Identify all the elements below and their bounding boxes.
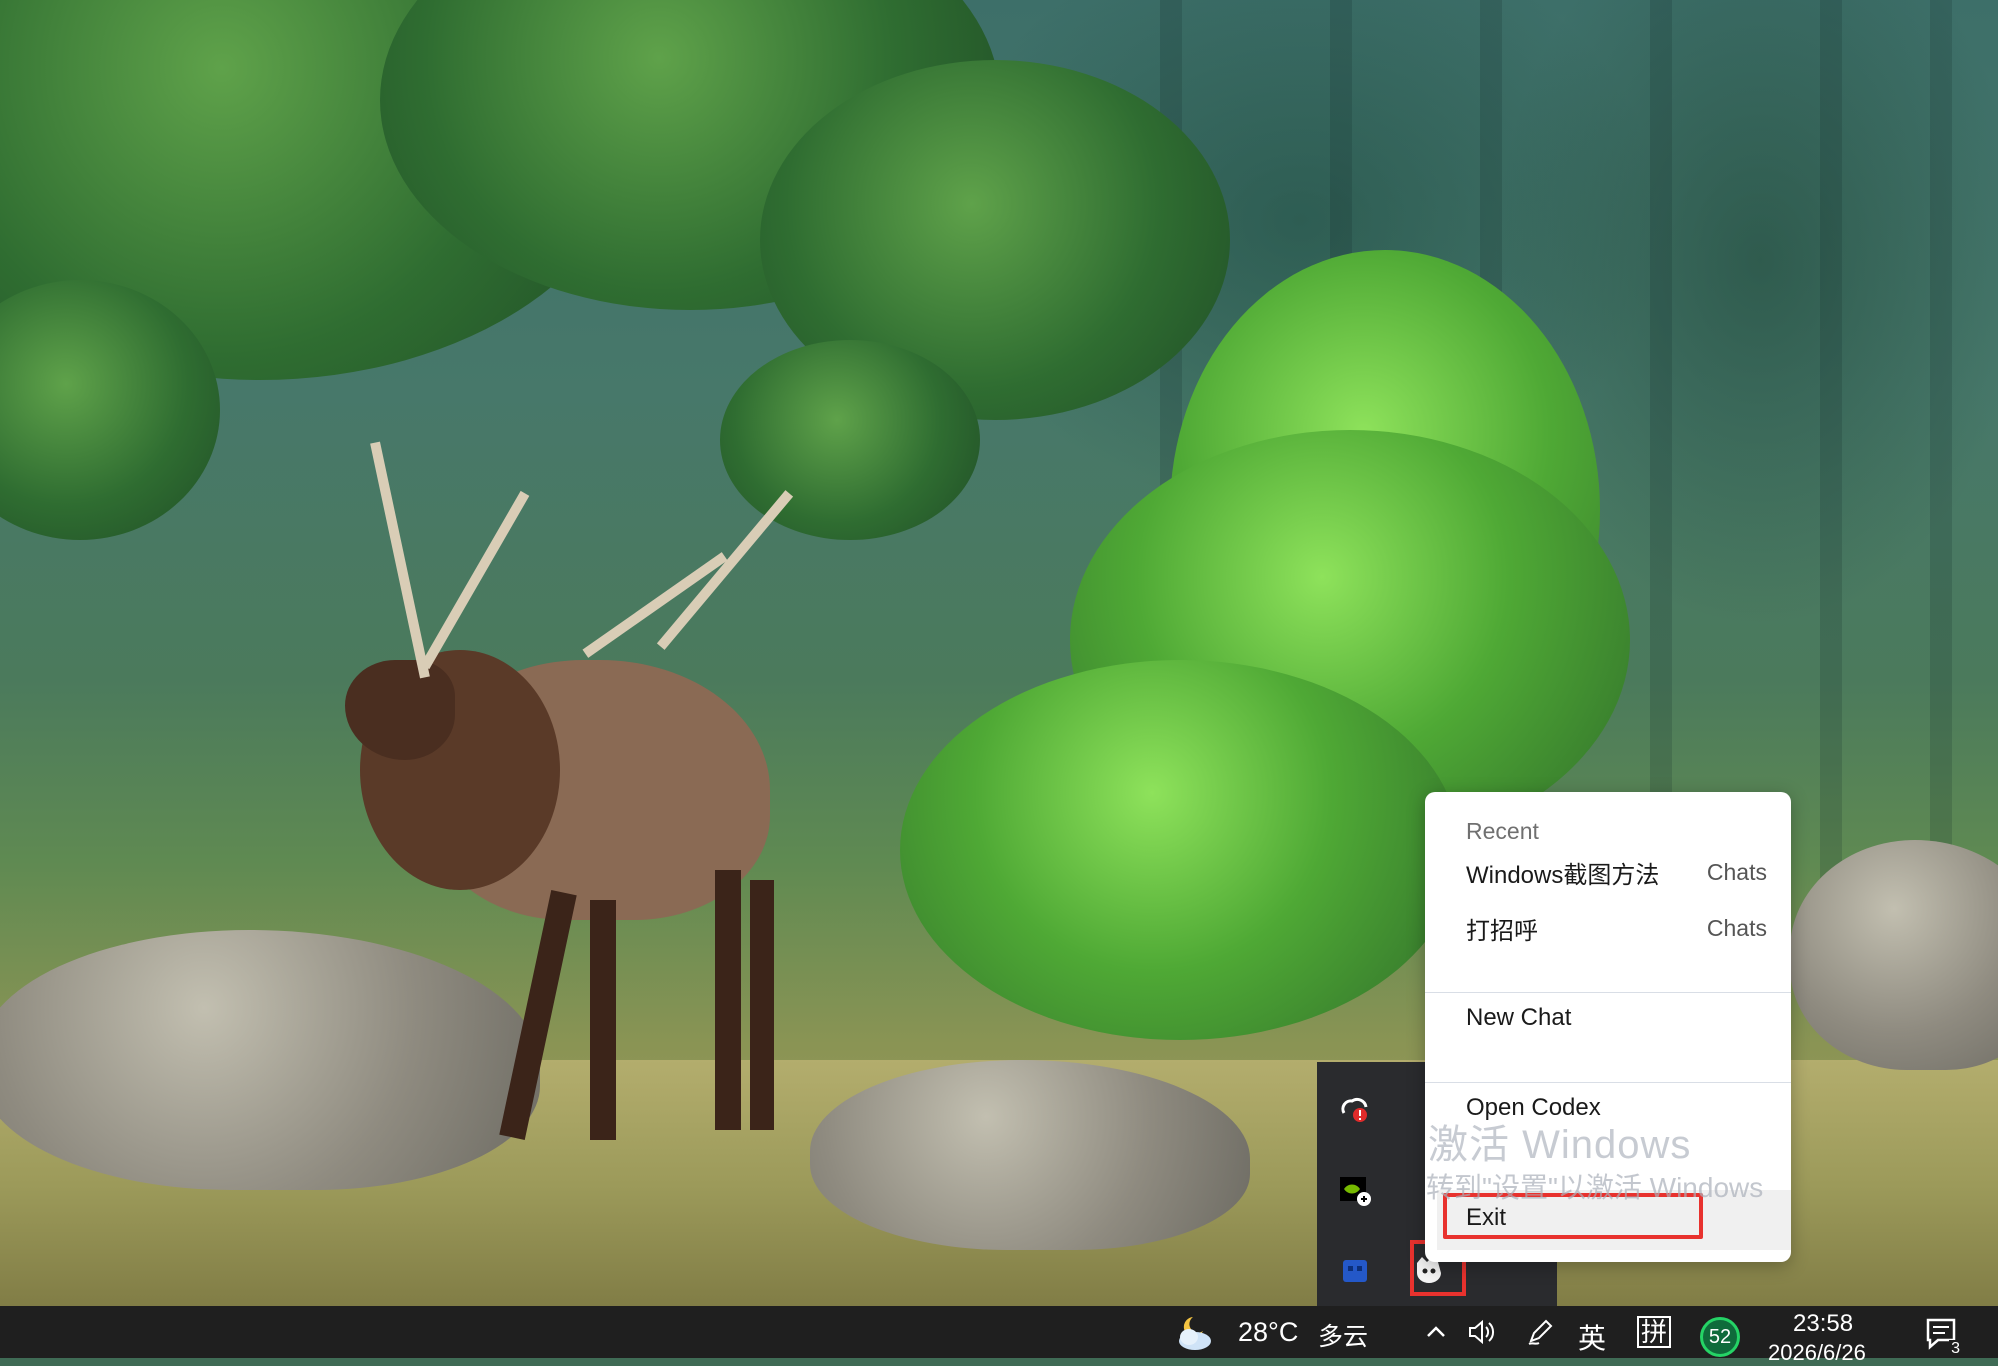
menu-divider: [1425, 1082, 1791, 1083]
recent-item-label: 打招呼: [1466, 917, 1538, 945]
recent-item-label: Windows截图方法: [1466, 861, 1660, 889]
speaker-icon[interactable]: [1464, 1314, 1500, 1350]
ime-language-indicator[interactable]: 英: [1578, 1317, 1606, 1357]
nvidia-icon[interactable]: [1333, 1168, 1377, 1212]
chevron-up-icon[interactable]: [1418, 1314, 1454, 1350]
notification-count-badge[interactable]: 52: [1700, 1317, 1740, 1357]
weather-description[interactable]: 多云: [1318, 1317, 1368, 1353]
recent-item-meta: Chats: [1706, 914, 1767, 941]
action-center-icon[interactable]: 3: [1920, 1312, 1964, 1358]
recent-item-greeting[interactable]: 打招呼 Chats: [1466, 908, 1767, 948]
activation-watermark-subtitle: 转到"设置"以激活 Windows: [1426, 1172, 1764, 1203]
menu-divider: [1425, 992, 1791, 993]
clock-time[interactable]: 23:58: [1793, 1310, 1853, 1338]
activation-watermark-title: 激活 Windows: [1428, 1123, 1692, 1167]
bluetooth-app-icon[interactable]: [1333, 1248, 1377, 1292]
taskbar: 28°C 多云 英 拼 52 23:58 2026/6/26 3: [0, 1306, 1998, 1365]
action-center-count: 3: [1949, 1340, 1962, 1358]
ime-mode-icon[interactable]: 拼: [1636, 1314, 1672, 1350]
cloud-sync-error-icon[interactable]: [1333, 1086, 1377, 1130]
recent-item-meta: Chats: [1706, 858, 1767, 885]
new-chat-label: New Chat: [1466, 1004, 1572, 1031]
weather-temperature[interactable]: 28°C: [1238, 1317, 1298, 1348]
ime-mode-label: 拼: [1636, 1316, 1671, 1348]
rock: [0, 930, 540, 1190]
pen-handwriting-icon[interactable]: [1522, 1314, 1558, 1350]
new-chat-menu-item[interactable]: New Chat: [1466, 998, 1767, 1038]
clock-date[interactable]: 2026/6/26: [1768, 1340, 1866, 1366]
weather-partly-cloudy-icon[interactable]: [1172, 1312, 1216, 1354]
recent-section-label: Recent: [1466, 818, 1539, 844]
recent-item-windows-screenshot[interactable]: Windows截图方法 Chats: [1466, 852, 1767, 892]
